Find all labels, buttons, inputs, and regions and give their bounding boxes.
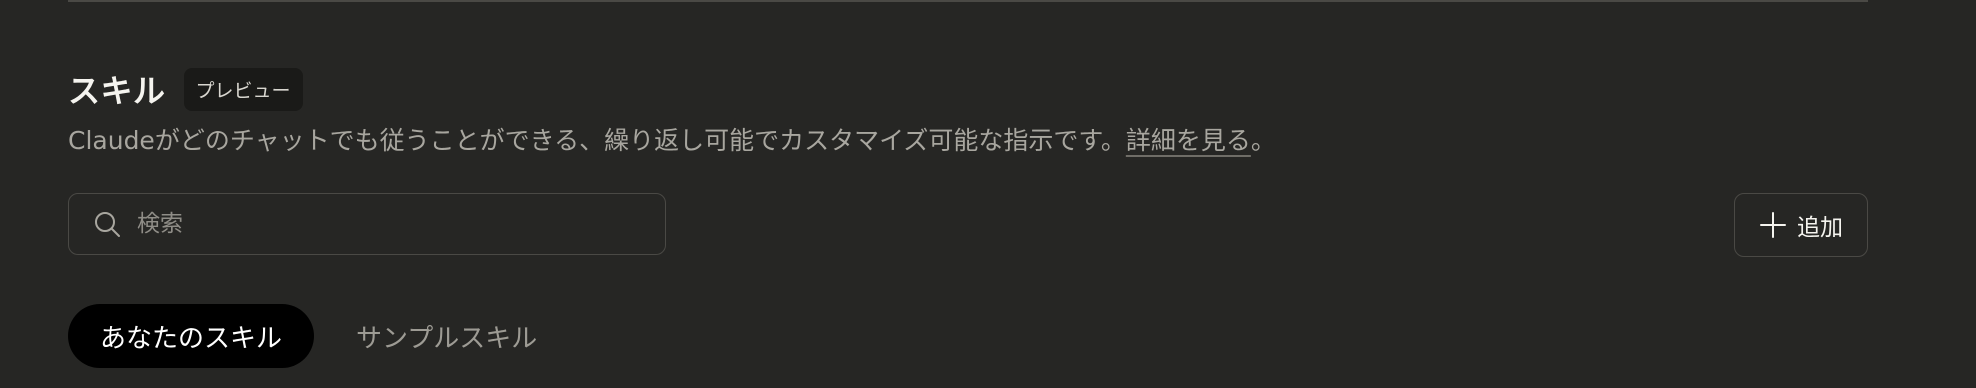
section-description: Claudeがどのチャットでも従うことができる、繰り返し可能でカスタマイズ可能な… xyxy=(68,121,1276,157)
description-period: 。 xyxy=(1250,126,1276,155)
add-skill-button[interactable]: 追加 xyxy=(1734,193,1868,257)
tab-sample-skills[interactable]: サンプルスキル xyxy=(324,304,569,368)
tab-your-skills[interactable]: あなたのスキル xyxy=(68,304,315,368)
section-title: スキル xyxy=(68,72,166,110)
learn-more-link[interactable]: 詳細を見る xyxy=(1126,126,1251,155)
plus-icon xyxy=(1760,212,1786,238)
section-divider xyxy=(68,0,1868,2)
section-header: スキル プレビュー xyxy=(68,66,303,112)
search-input[interactable] xyxy=(135,210,665,238)
skills-settings-panel: スキル プレビュー Claudeがどのチャットでも従うことができる、繰り返し可能… xyxy=(0,0,1976,388)
preview-badge: プレビュー xyxy=(183,67,303,111)
skills-tabs: あなたのスキル サンプルスキル xyxy=(68,304,569,368)
description-text: Claudeがどのチャットでも従うことができる、繰り返し可能でカスタマイズ可能な… xyxy=(68,126,1126,155)
add-button-label: 追加 xyxy=(1797,215,1843,241)
search-box[interactable] xyxy=(68,193,666,255)
search-icon xyxy=(95,212,120,237)
